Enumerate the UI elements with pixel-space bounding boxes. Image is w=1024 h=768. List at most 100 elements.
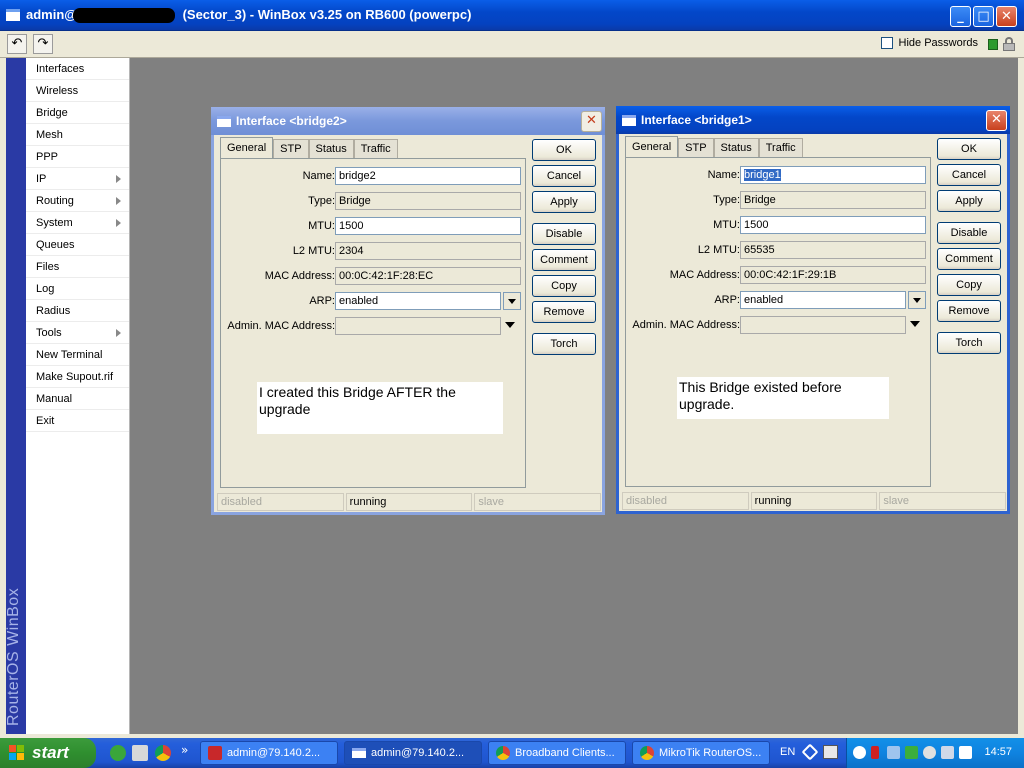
mac-field: 00:0C:42:1F:28:EC — [335, 267, 521, 285]
name-selected-text: bridge1 — [744, 169, 781, 181]
taskbar-item-winbox-2[interactable]: admin@79.140.2... — [344, 741, 482, 765]
arp-select[interactable]: enabled — [335, 292, 501, 310]
tab-general[interactable]: General — [625, 136, 679, 158]
mtu-label: MTU: — [308, 220, 335, 232]
admin-mac-field[interactable] — [740, 316, 906, 334]
dialog-close-button[interactable]: ✕ — [986, 110, 1007, 131]
sidebar-item-ip[interactable]: IP — [26, 168, 129, 190]
sidebar-item-label: Log — [36, 283, 55, 295]
cancel-button[interactable]: Cancel — [937, 164, 1001, 186]
back-arrow-icon[interactable] — [853, 746, 866, 759]
hide-passwords-checkbox[interactable]: Hide Passwords — [880, 37, 978, 49]
sidebar-item-log[interactable]: Log — [26, 278, 129, 300]
disk-icon[interactable] — [923, 746, 936, 759]
sidebar-item-wireless[interactable]: Wireless — [26, 80, 129, 102]
apply-button[interactable]: Apply — [532, 191, 596, 213]
sidebar-item-ppp[interactable]: PPP — [26, 146, 129, 168]
quicklaunch-chrome-icon[interactable] — [155, 745, 171, 761]
sidebar-item-tools[interactable]: Tools — [26, 322, 129, 344]
tab-status[interactable]: Status — [308, 139, 354, 159]
admin-mac-field[interactable] — [335, 317, 501, 335]
admin-mac-dropdown-icon[interactable] — [505, 322, 515, 328]
sidebar-item-mesh[interactable]: Mesh — [26, 124, 129, 146]
ok-button[interactable]: OK — [532, 139, 596, 161]
language-indicator[interactable]: EN — [780, 746, 795, 758]
tab-stp[interactable]: STP — [678, 138, 714, 158]
tab-status[interactable]: Status — [713, 138, 759, 158]
sidebar-item-label: Tools — [36, 327, 62, 339]
torch-button[interactable]: Torch — [937, 332, 1001, 354]
taskbar-item-broadband[interactable]: Broadband Clients... — [488, 741, 626, 765]
disable-button[interactable]: Disable — [937, 222, 1001, 244]
mtu-field[interactable]: 1500 — [740, 216, 926, 234]
interface-bridge1-dialog: Interface <bridge1> ✕ General STP Status… — [616, 106, 1010, 514]
maximize-button[interactable]: □ — [973, 6, 994, 27]
quicklaunch-app-icon[interactable] — [110, 745, 126, 761]
tab-general[interactable]: General — [220, 137, 274, 159]
comment-button[interactable]: Comment — [532, 249, 596, 271]
system-tray: 14:57 — [846, 738, 1024, 768]
cancel-button[interactable]: Cancel — [532, 165, 596, 187]
undo-icon: ↶ — [11, 36, 23, 51]
main-title-bar[interactable]: admin@ (Sector_3) - WinBox v3.25 on RB60… — [0, 0, 1024, 31]
ok-button[interactable]: OK — [937, 138, 1001, 160]
security-icon[interactable] — [905, 746, 918, 759]
dialog-window-icon — [622, 115, 636, 126]
dialog-close-button[interactable]: ✕ — [581, 111, 602, 132]
start-button[interactable]: start — [0, 738, 96, 768]
network-icon[interactable] — [887, 746, 900, 759]
tab-traffic[interactable]: Traffic — [758, 138, 803, 158]
remove-button[interactable]: Remove — [937, 300, 1001, 322]
tab-stp[interactable]: STP — [273, 139, 309, 159]
sidebar-item-bridge[interactable]: Bridge — [26, 102, 129, 124]
remove-button[interactable]: Remove — [532, 301, 596, 323]
hide-passwords-box[interactable] — [880, 37, 893, 49]
quicklaunch-overflow-icon[interactable]: » — [181, 743, 188, 757]
taskbar-item-mikrotik[interactable]: MikroTik RouterOS... — [632, 741, 770, 765]
copy-button[interactable]: Copy — [532, 275, 596, 297]
close-button[interactable]: ✕ — [996, 6, 1017, 27]
sidebar-item-interfaces[interactable]: Interfaces — [26, 58, 129, 80]
clock[interactable]: 14:57 — [984, 746, 1012, 758]
sidebar-item-new-terminal[interactable]: New Terminal — [26, 344, 129, 366]
sidebar-item-system[interactable]: System — [26, 212, 129, 234]
admin-mac-dropdown-icon[interactable] — [910, 321, 920, 327]
sidebar-item-exit[interactable]: Exit — [26, 410, 129, 432]
copy-button[interactable]: Copy — [937, 274, 1001, 296]
tools-tray-icon[interactable] — [801, 743, 819, 761]
sidebar-item-queues[interactable]: Queues — [26, 234, 129, 256]
sidebar-item-manual[interactable]: Manual — [26, 388, 129, 410]
comment-button[interactable]: Comment — [937, 248, 1001, 270]
dialog-title-bar[interactable]: Interface <bridge1> ✕ — [616, 106, 1010, 134]
quicklaunch-qr-icon[interactable] — [132, 745, 148, 761]
task-label: MikroTik RouterOS... — [659, 747, 762, 759]
minimize-button[interactable]: _ — [950, 6, 971, 27]
sidebar-item-radius[interactable]: Radius — [26, 300, 129, 322]
flag-icon[interactable] — [871, 746, 879, 759]
window-title-suffix: (Sector_3) - WinBox v3.25 on RB600 (powe… — [178, 7, 472, 22]
monitor-tray-icon[interactable] — [823, 745, 838, 759]
apply-button[interactable]: Apply — [937, 190, 1001, 212]
display-icon[interactable] — [959, 746, 972, 759]
arp-dropdown-icon[interactable] — [908, 291, 926, 309]
volume-icon[interactable] — [941, 746, 954, 759]
l2mtu-row: L2 MTU: 65535 — [626, 241, 930, 259]
disable-button[interactable]: Disable — [532, 223, 596, 245]
submenu-arrow-icon — [116, 197, 121, 205]
sidebar-item-make-supout-rif[interactable]: Make Supout.rif — [26, 366, 129, 388]
undo-button[interactable]: ↶ — [7, 34, 27, 54]
name-field[interactable]: bridge1 — [740, 166, 926, 184]
sidebar-item-routing[interactable]: Routing — [26, 190, 129, 212]
sidebar-item-files[interactable]: Files — [26, 256, 129, 278]
tab-traffic[interactable]: Traffic — [353, 139, 398, 159]
type-row: Type: Bridge — [626, 191, 930, 209]
redo-button[interactable]: ↷ — [33, 34, 53, 54]
arp-select[interactable]: enabled — [740, 291, 906, 309]
mtu-field[interactable]: 1500 — [335, 217, 521, 235]
torch-button[interactable]: Torch — [532, 333, 596, 355]
name-field[interactable]: bridge2 — [335, 167, 521, 185]
arp-dropdown-icon[interactable] — [503, 292, 521, 310]
taskbar-item-winbox-1[interactable]: admin@79.140.2... — [200, 741, 338, 765]
dialog-title-bar[interactable]: Interface <bridge2> ✕ — [211, 107, 605, 135]
l2mtu-field: 65535 — [740, 241, 926, 259]
